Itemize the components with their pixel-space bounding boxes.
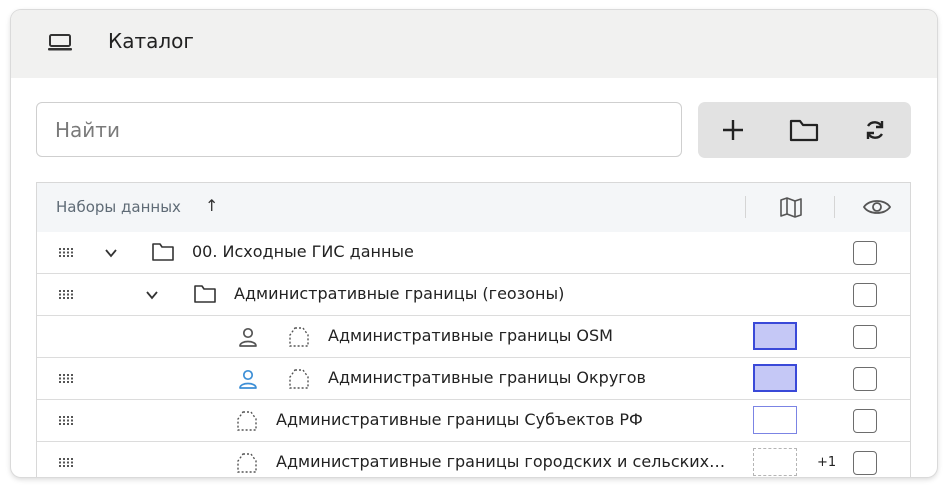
add-folder-button[interactable]	[769, 102, 839, 158]
visibility-checkbox[interactable]	[853, 325, 877, 349]
eye-icon[interactable]	[862, 197, 892, 217]
drag-handle-icon[interactable]	[59, 416, 73, 425]
datasets-table: Наборы данных ↑ 00. Исходные ГИС данные …	[36, 182, 911, 477]
polygon-icon	[237, 411, 257, 431]
table-row[interactable]: Административные границы OSM	[37, 316, 910, 358]
catalog-panel: Каталог Наборы данных ↑	[11, 10, 937, 477]
row-label: 00. Исходные ГИС данные	[192, 242, 414, 261]
row-label: Административные границы Округов	[328, 368, 646, 387]
polygon-icon	[289, 327, 309, 347]
table-row[interactable]: Административные границы Округов	[37, 358, 910, 400]
refresh-icon	[866, 121, 884, 139]
chevron-down-icon[interactable]	[144, 287, 160, 303]
row-label: Административные границы городских и сел…	[276, 452, 726, 471]
plus-icon	[723, 120, 743, 140]
style-swatch[interactable]	[753, 364, 797, 392]
visibility-checkbox[interactable]	[853, 283, 877, 307]
person-icon	[239, 327, 257, 347]
visibility-checkbox[interactable]	[853, 409, 877, 433]
visibility-checkbox[interactable]	[853, 241, 877, 265]
column-divider	[834, 196, 835, 218]
datasets-column-header[interactable]: Наборы данных	[56, 198, 181, 216]
visibility-checkbox[interactable]	[853, 451, 877, 475]
extra-styles-count[interactable]: +1	[817, 455, 836, 470]
column-divider	[745, 196, 746, 218]
add-button[interactable]	[698, 102, 768, 158]
table-row[interactable]: Административные границы городских и сел…	[37, 442, 910, 477]
panel-header: Каталог	[11, 10, 937, 78]
toolbar	[698, 102, 911, 158]
page-title: Каталог	[108, 29, 194, 53]
sort-arrow-icon[interactable]: ↑	[205, 196, 218, 215]
chevron-down-icon[interactable]	[103, 245, 119, 261]
laptop-icon	[48, 34, 72, 51]
search-input[interactable]	[36, 102, 682, 157]
polygon-icon	[237, 453, 257, 473]
table-row[interactable]: 00. Исходные ГИС данные	[37, 232, 910, 274]
visibility-checkbox[interactable]	[853, 367, 877, 391]
drag-handle-icon[interactable]	[59, 374, 73, 383]
table-row[interactable]: Административные границы Субъектов РФ	[37, 400, 910, 442]
row-label: Административные границы Субъектов РФ	[276, 410, 643, 429]
row-label: Административные границы (геозоны)	[234, 284, 565, 303]
map-icon[interactable]	[779, 196, 803, 218]
refresh-button[interactable]	[840, 102, 910, 158]
row-label: Административные границы OSM	[328, 326, 613, 345]
style-swatch[interactable]	[753, 448, 797, 476]
folder-icon	[152, 243, 174, 261]
table-header: Наборы данных ↑	[37, 183, 910, 233]
drag-handle-icon[interactable]	[59, 290, 73, 299]
style-swatch[interactable]	[753, 406, 797, 434]
person-icon	[239, 369, 257, 389]
folder-icon	[194, 285, 216, 303]
table-row[interactable]: Административные границы (геозоны)	[37, 274, 910, 316]
polygon-icon	[289, 369, 309, 389]
folder-icon	[789, 119, 819, 142]
style-swatch[interactable]	[753, 322, 797, 350]
drag-handle-icon[interactable]	[59, 248, 73, 257]
drag-handle-icon[interactable]	[59, 458, 73, 467]
